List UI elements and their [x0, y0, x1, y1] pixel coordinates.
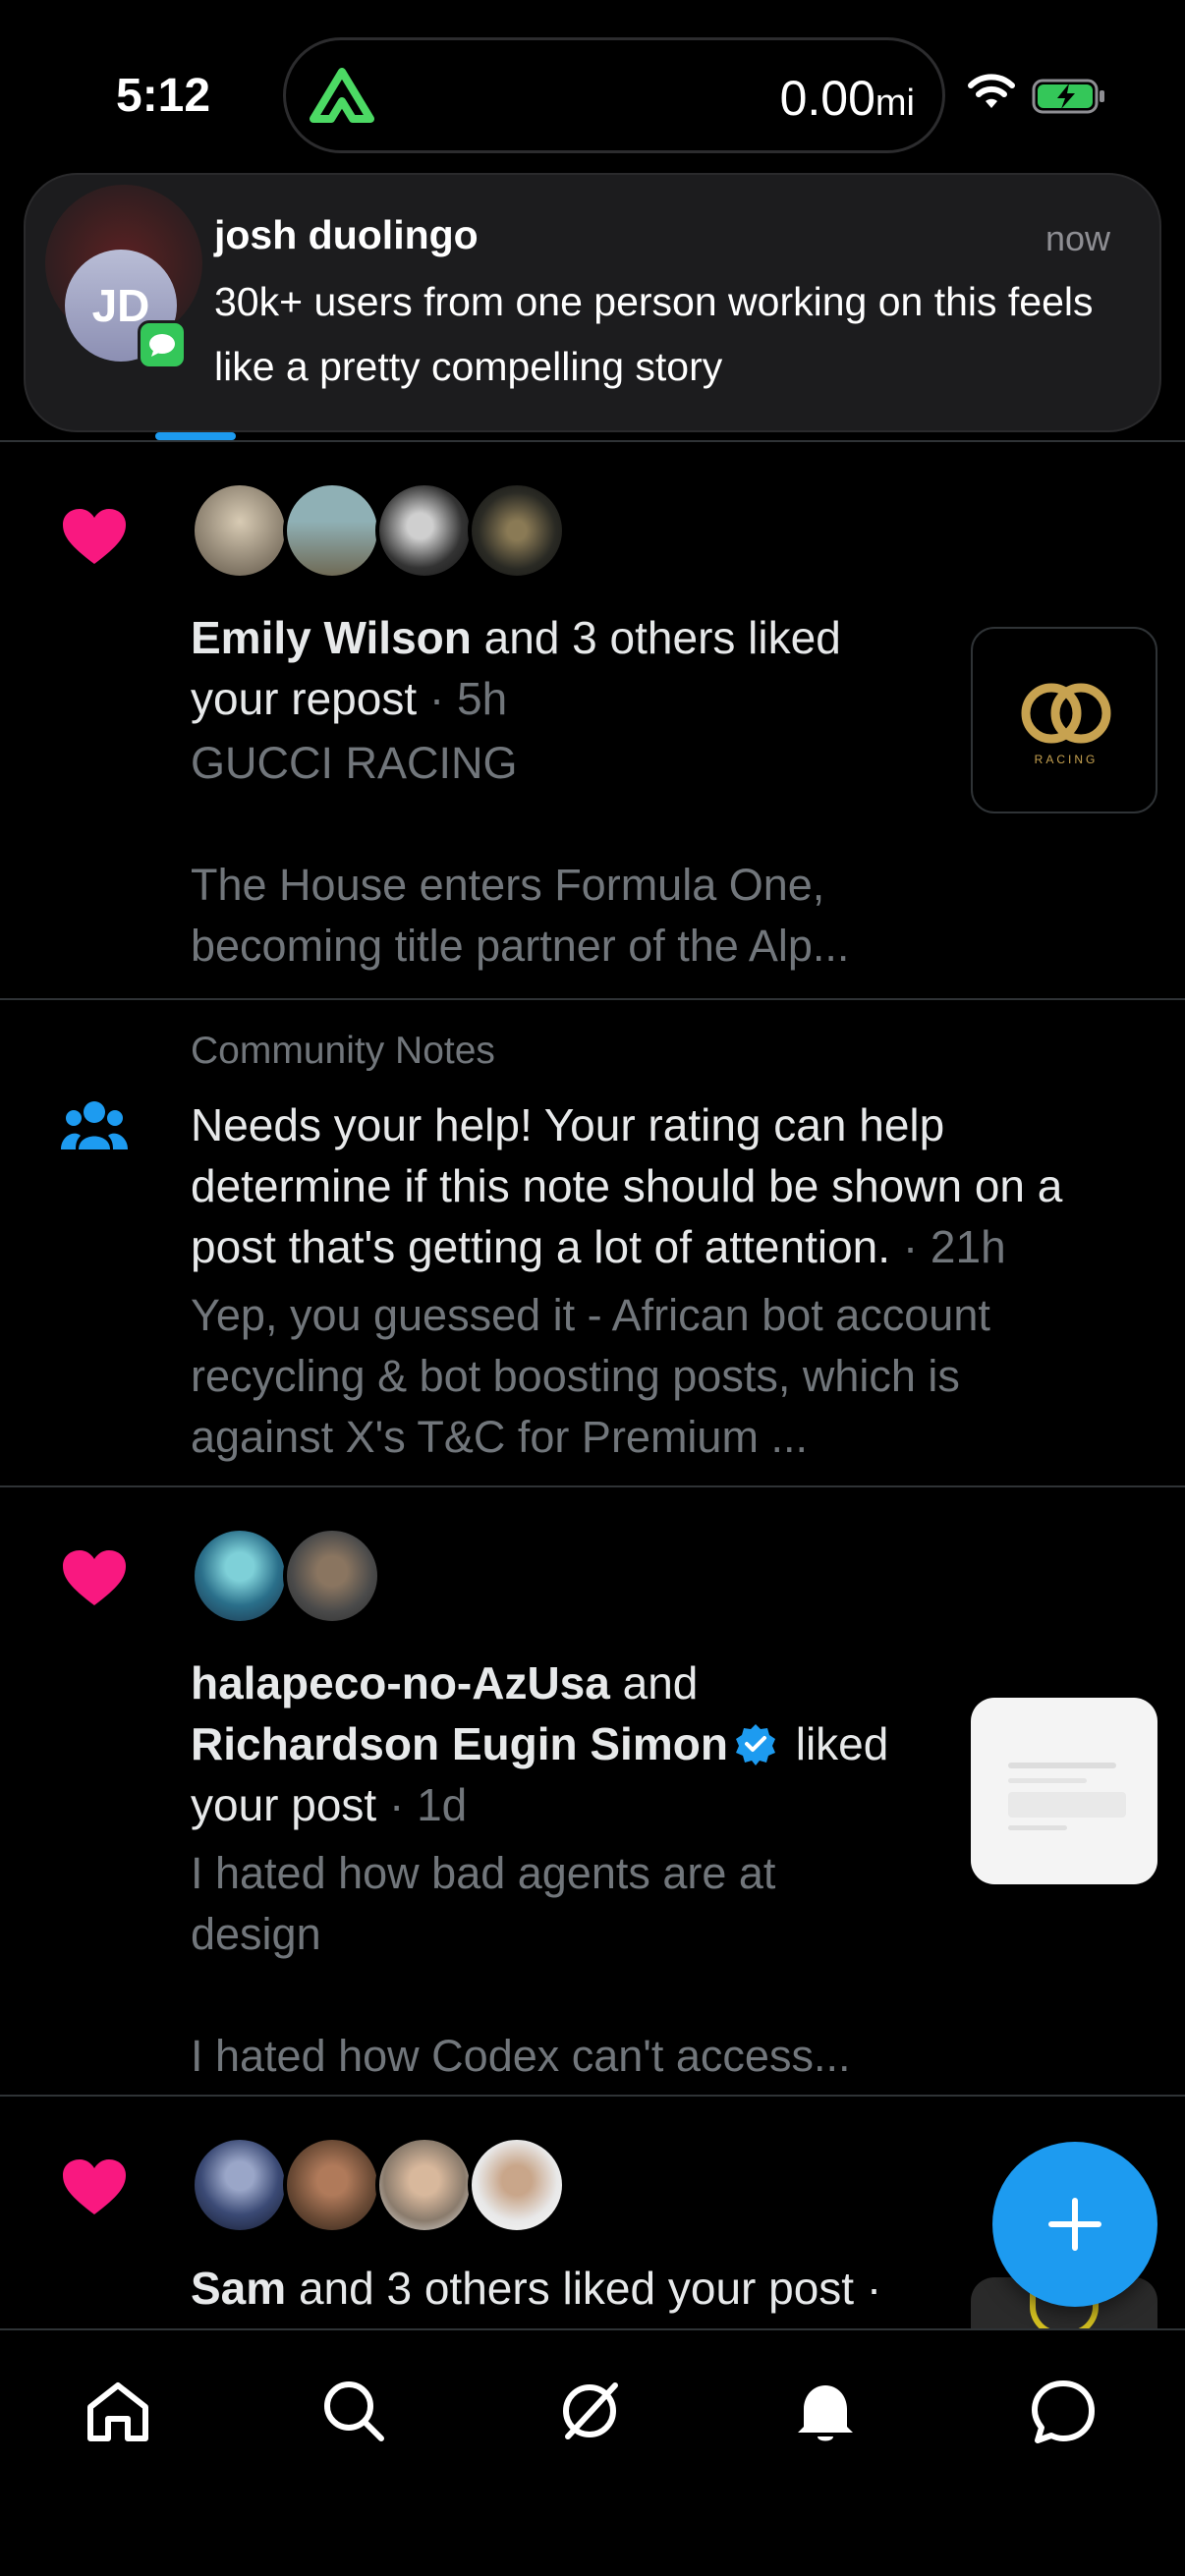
avatar[interactable] [283, 481, 381, 580]
post-preview: I hated how bad agents are at design I h… [191, 1843, 937, 2087]
text-line: post that's getting a lot of attention. [191, 1221, 891, 1272]
preview-line: I hated how Codex can't access... [191, 2031, 851, 2081]
plus-icon [1048, 2198, 1101, 2251]
notifications-icon[interactable] [790, 2376, 861, 2446]
distance-value: 0.00 [779, 71, 875, 126]
avatar[interactable] [191, 481, 289, 580]
messages-app-icon [138, 320, 187, 369]
avatar[interactable] [468, 2136, 566, 2234]
dynamic-island[interactable]: 0.00mi [283, 37, 945, 153]
post-thumbnail[interactable] [971, 1698, 1157, 1884]
liker-avatars [191, 1527, 381, 1625]
bottom-nav [0, 2328, 1185, 2576]
liker-avatars [191, 481, 566, 580]
action-text: and 3 others liked your post · [286, 2263, 882, 2314]
timestamp: · 1d [376, 1779, 468, 1830]
text-line: determine if this note should be shown o… [191, 1160, 1063, 1211]
notification-item-community-notes[interactable]: Community Notes Needs your help! Your ra… [0, 1000, 1185, 1487]
notification-text: Sam and 3 others liked your post · [191, 2258, 957, 2319]
avatar[interactable] [283, 2136, 381, 2234]
action-text: your post [191, 1779, 377, 1830]
avatar[interactable] [375, 2136, 474, 2234]
battery-charging-icon [1032, 79, 1104, 114]
status-bar: 5:12 0.00mi [0, 0, 1185, 167]
notification-item-like-repost[interactable]: Emily Wilson and 3 others liked your rep… [0, 442, 1185, 1000]
avatar[interactable] [283, 1527, 381, 1625]
preview-line: recycling & bot boosting posts, which is [191, 1351, 960, 1401]
post-thumbnail[interactable]: RACING [971, 627, 1157, 813]
preview-line: against X's T&C for Premium ... [191, 1412, 808, 1462]
distance-readout: 0.00mi [780, 70, 915, 127]
avatar[interactable] [375, 481, 474, 580]
preview-line: becoming title partner of the Alp... [191, 921, 850, 971]
messages-icon[interactable] [1028, 2376, 1099, 2446]
status-time: 5:12 [116, 70, 211, 122]
preview-line: design [191, 1909, 321, 1959]
liker-avatars [191, 2136, 566, 2234]
mountain-logo-icon [310, 68, 374, 123]
community-notes-label: Community Notes [191, 1030, 495, 1072]
notification-text: halapeco-no-AzUsa and Richardson Eugin S… [191, 1652, 937, 1835]
actor-name[interactable]: Richardson Eugin Simon [191, 1718, 728, 1769]
avatar[interactable] [468, 481, 566, 580]
preview-line: The House enters Formula One, [191, 860, 825, 910]
text-line: Needs your help! Your rating can help [191, 1099, 945, 1150]
preview-line: GUCCI RACING [191, 738, 518, 788]
notification-body: 30k+ users from one person working on th… [214, 279, 1094, 389]
joiner-text: and [609, 1657, 699, 1708]
actor-name[interactable]: Sam [191, 2263, 286, 2314]
post-preview: GUCCI RACING The House enters Formula On… [191, 733, 937, 977]
home-icon[interactable] [83, 2376, 153, 2446]
heart-icon [63, 509, 126, 564]
notification-text: Emily Wilson and 3 others liked your rep… [191, 607, 918, 729]
notification-item-like-post[interactable]: halapeco-no-AzUsa and Richardson Eugin S… [0, 1487, 1185, 2097]
actor-name[interactable]: halapeco-no-AzUsa [191, 1657, 610, 1708]
action-text: liked [782, 1718, 889, 1769]
community-notes-icon [61, 1101, 128, 1149]
preview-line: I hated how bad agents are at [191, 1848, 776, 1898]
message-notification-banner[interactable]: JD josh duolingo now 30k+ users from one… [24, 173, 1161, 432]
grok-icon[interactable] [554, 2376, 625, 2446]
notification-text: Needs your help! Your rating can help de… [191, 1094, 1154, 1277]
distance-unit: mi [875, 83, 915, 124]
thumb-caption: RACING [1034, 753, 1099, 766]
gucci-logo-icon [1021, 683, 1111, 744]
note-preview: Yep, you guessed it - African bot accoun… [191, 1285, 1154, 1468]
avatar[interactable] [191, 1527, 289, 1625]
notification-sender: josh duolingo [214, 212, 479, 257]
verified-badge-icon [735, 1724, 775, 1765]
actor-name[interactable]: Emily Wilson [191, 612, 472, 663]
preview-line: Yep, you guessed it - African bot accoun… [191, 1290, 990, 1340]
tab-indicator [155, 432, 236, 440]
heart-icon [63, 2159, 126, 2214]
wifi-icon [968, 74, 1015, 108]
timestamp: · 21h [890, 1221, 1006, 1272]
avatar[interactable] [191, 2136, 289, 2234]
search-icon[interactable] [318, 2376, 389, 2446]
notification-time: now [1044, 218, 1110, 258]
compose-button[interactable] [992, 2142, 1157, 2307]
timestamp: · 5h [417, 673, 508, 724]
heart-icon [63, 1550, 126, 1605]
